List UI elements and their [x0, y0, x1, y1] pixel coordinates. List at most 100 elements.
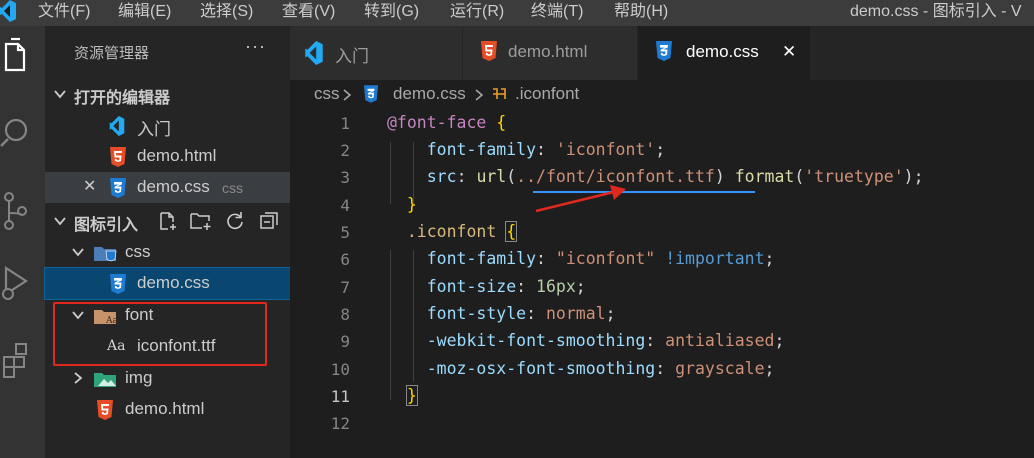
menu-bar: 文件(F) 编辑(E) 选择(S) 查看(V) 转到(G) 运行(R) 终端(T…: [0, 0, 1034, 26]
line-number: 7: [340, 278, 350, 297]
tab-welcome[interactable]: 入门: [290, 26, 462, 80]
workspace-label: 图标引入: [74, 217, 139, 234]
code-line-3: src: url(../font/iconfont.ttf) format('t…: [426, 167, 924, 186]
menu-run[interactable]: 运行(R): [450, 0, 504, 21]
html5-icon: [110, 147, 126, 167]
tab-label: demo.html: [508, 42, 588, 61]
close-icon[interactable]: ✕: [782, 42, 796, 62]
menu-file[interactable]: 文件(F): [38, 0, 90, 21]
chevron-right-icon: [475, 89, 484, 101]
line-number: 3: [340, 168, 350, 187]
chevron-down-icon: [54, 90, 66, 99]
code-line-7: font-size: 16px;: [426, 277, 586, 296]
line-number: 4: [340, 196, 350, 215]
tree-file-demo-css[interactable]: demo.css: [44, 267, 291, 300]
open-editors-header[interactable]: 打开的编辑器: [45, 79, 290, 110]
vscode-icon: [109, 116, 125, 136]
css3-icon: [110, 274, 126, 294]
menu-view[interactable]: 查看(V): [282, 0, 335, 21]
collapse-all-icon[interactable]: [259, 211, 279, 231]
code-line-4: }: [406, 195, 417, 214]
open-editor-item-demo-html[interactable]: demo.html: [45, 141, 290, 172]
new-file-icon[interactable]: [158, 211, 178, 231]
open-editor-label: 入门: [137, 120, 171, 139]
css-folder-icon: [94, 247, 117, 262]
line-number: 12: [330, 414, 350, 433]
breadcrumb-folder[interactable]: css: [314, 84, 340, 104]
breadcrumb-symbol[interactable]: .iconfont: [515, 84, 579, 104]
line-number: 8: [340, 305, 350, 324]
search-icon[interactable]: [0, 114, 45, 154]
image-folder-icon: [94, 373, 116, 387]
chevron-right-icon: [343, 89, 352, 101]
activity-bar: [0, 26, 45, 458]
window-title: demo.css - 图标引入 - V: [850, 3, 1022, 20]
refresh-icon[interactable]: [225, 211, 245, 231]
html5-icon: [481, 41, 497, 61]
tree-folder-label: img: [125, 368, 153, 387]
chevron-down-icon: [72, 248, 84, 257]
html5-icon: [97, 400, 113, 420]
line-number: 2: [340, 141, 350, 160]
menu-edit[interactable]: 编辑(E): [118, 0, 171, 21]
annotation-arrow-icon: [535, 185, 626, 213]
tab-demo-html[interactable]: demo.html: [463, 26, 637, 80]
extensions-icon[interactable]: [0, 341, 45, 381]
chevron-down-icon: [54, 217, 66, 226]
code-line-2: font-family: 'iconfont';: [426, 140, 666, 159]
line-number: 5: [340, 223, 350, 242]
tab-demo-css[interactable]: demo.css ✕: [638, 26, 810, 80]
open-editor-description: css: [222, 180, 243, 196]
breadcrumb-file[interactable]: demo.css: [393, 84, 466, 104]
line-number: 9: [340, 332, 350, 351]
code-line-11: }: [405, 385, 418, 406]
close-icon[interactable]: ✕: [83, 176, 96, 196]
tree-file-label: demo.css: [137, 273, 210, 292]
explorer-title: 资源管理器: [74, 45, 150, 62]
open-editor-item-demo-css[interactable]: ✕ demo.css css: [45, 172, 290, 203]
tree-folder-img[interactable]: img: [45, 363, 290, 394]
code-editor[interactable]: 1 2 3 4 5 6 7 8 9 10 11 12 @font-face { …: [290, 108, 1034, 458]
open-editors-label: 打开的编辑器: [74, 90, 171, 107]
code-line-10: -moz-osx-font-smoothing: grayscale;: [426, 359, 775, 378]
code-line-1: @font-face {: [387, 113, 507, 132]
menu-help[interactable]: 帮助(H): [614, 0, 668, 21]
vscode-icon: [305, 41, 323, 65]
code-line-6: font-family: "iconfont" !important;: [426, 249, 775, 268]
tree-folder-css[interactable]: css: [45, 237, 290, 268]
workspace-header[interactable]: 图标引入: [45, 206, 290, 237]
run-debug-icon[interactable]: [0, 264, 45, 304]
open-editor-item-welcome[interactable]: 入门: [45, 110, 290, 141]
css3-icon: [364, 85, 378, 103]
tab-label: demo.css: [686, 42, 759, 61]
vscode-logo-icon: [0, 0, 16, 22]
chevron-right-icon: [74, 372, 83, 384]
code-line-5: .iconfont {: [406, 221, 518, 242]
annotation-highlight-box: [53, 302, 267, 366]
menu-selection[interactable]: 选择(S): [200, 0, 253, 21]
open-editor-label: demo.html: [137, 146, 217, 165]
source-control-icon[interactable]: [0, 191, 45, 231]
tree-folder-label: css: [125, 242, 151, 261]
tab-label: 入门: [335, 47, 369, 66]
symbol-class-icon: [493, 88, 506, 99]
line-number: 6: [340, 250, 350, 269]
tree-file-label: demo.html: [125, 399, 205, 418]
breadcrumb: css demo.css .iconfont: [290, 80, 1034, 108]
new-folder-icon[interactable]: [190, 211, 212, 231]
line-number: 10: [330, 360, 350, 379]
css3-icon: [656, 41, 672, 61]
code-line-9: -webkit-font-smoothing: antialiased;: [426, 331, 785, 350]
more-actions-button[interactable]: ···: [245, 36, 266, 57]
menu-terminal[interactable]: 终端(T): [531, 0, 583, 21]
open-editor-label: demo.css: [137, 177, 210, 196]
explorer-sidebar: 资源管理器 ··· 打开的编辑器 入门 demo.html ✕ demo.css…: [44, 26, 291, 458]
line-number-current: 11: [330, 387, 350, 406]
menu-goto[interactable]: 转到(G): [364, 0, 419, 21]
tree-file-demo-html[interactable]: demo.html: [45, 394, 290, 425]
explorer-icon[interactable]: [0, 36, 45, 76]
code-line-8: font-style: normal;: [426, 304, 616, 323]
line-number: 1: [340, 114, 350, 133]
css3-icon: [110, 178, 126, 198]
editor-tab-bar: 入门 demo.html demo.css ✕: [290, 26, 1034, 80]
